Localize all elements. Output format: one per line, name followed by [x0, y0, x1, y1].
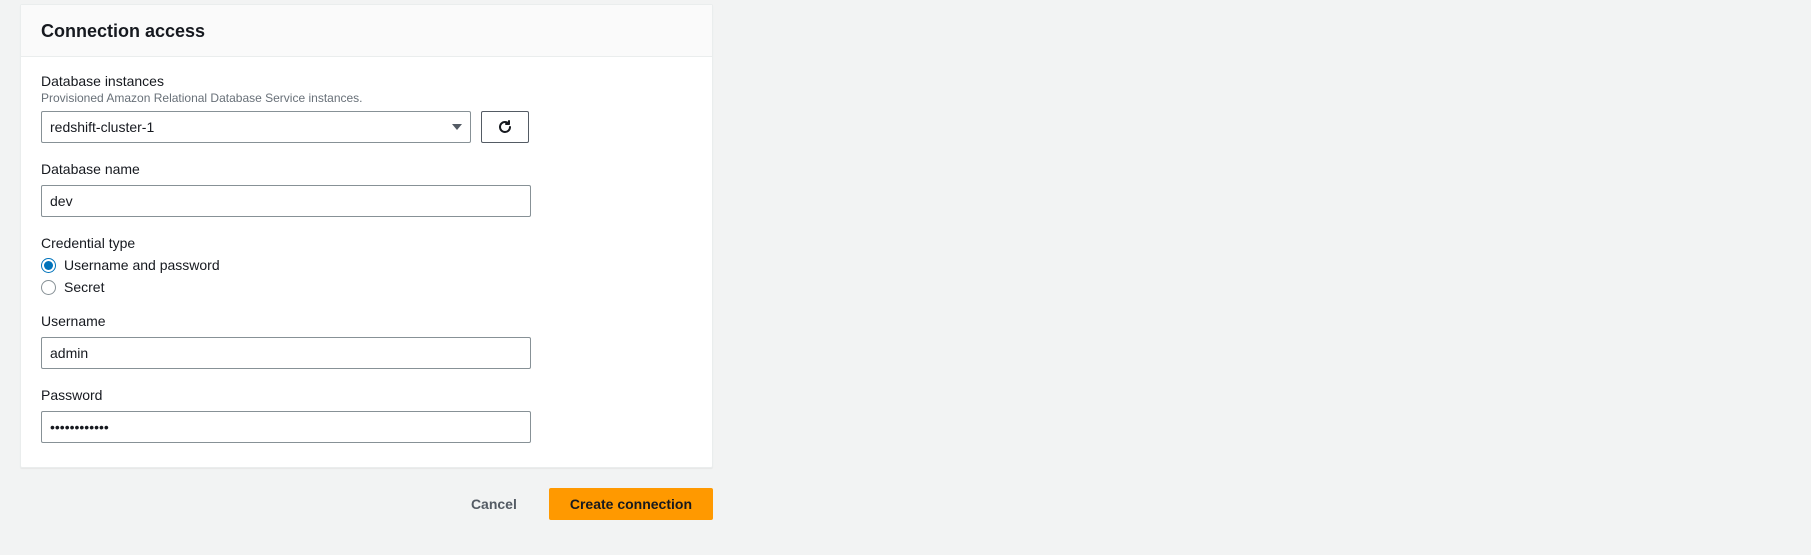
caret-down-icon: [452, 124, 462, 130]
database-instances-description: Provisioned Amazon Relational Database S…: [41, 91, 692, 105]
page-root: Connection access Database instances Pro…: [0, 4, 1811, 555]
radio-unselected-icon: [41, 280, 56, 295]
create-connection-button[interactable]: Create connection: [549, 488, 713, 520]
password-field: Password: [41, 387, 692, 443]
password-input[interactable]: [41, 411, 531, 443]
action-row: Cancel Create connection: [20, 468, 713, 520]
panel-body: Database instances Provisioned Amazon Re…: [21, 57, 712, 467]
credential-secret-label: Secret: [64, 279, 104, 295]
cancel-button[interactable]: Cancel: [451, 488, 537, 520]
panel-title: Connection access: [41, 21, 692, 42]
database-instances-row: redshift-cluster-1: [41, 111, 692, 143]
username-field: Username: [41, 313, 692, 369]
credential-secret-radio[interactable]: Secret: [41, 279, 692, 295]
credential-userpass-label: Username and password: [64, 257, 220, 273]
database-name-label: Database name: [41, 161, 692, 177]
database-instances-select[interactable]: redshift-cluster-1: [41, 111, 471, 143]
panel-header: Connection access: [21, 5, 712, 57]
database-name-field: Database name: [41, 161, 692, 217]
database-instances-label: Database instances: [41, 73, 692, 89]
database-instances-field: Database instances Provisioned Amazon Re…: [41, 73, 692, 143]
credential-type-field: Credential type Username and password Se…: [41, 235, 692, 295]
credential-userpass-radio[interactable]: Username and password: [41, 257, 692, 273]
username-label: Username: [41, 313, 692, 329]
refresh-icon: [497, 119, 513, 135]
radio-selected-icon: [41, 258, 56, 273]
database-instances-selected-value: redshift-cluster-1: [50, 119, 154, 135]
refresh-instances-button[interactable]: [481, 111, 529, 143]
credential-type-label: Credential type: [41, 235, 692, 251]
username-input[interactable]: [41, 337, 531, 369]
connection-access-panel: Connection access Database instances Pro…: [20, 4, 713, 468]
password-label: Password: [41, 387, 692, 403]
database-name-input[interactable]: [41, 185, 531, 217]
credential-type-radio-group: Username and password Secret: [41, 257, 692, 295]
